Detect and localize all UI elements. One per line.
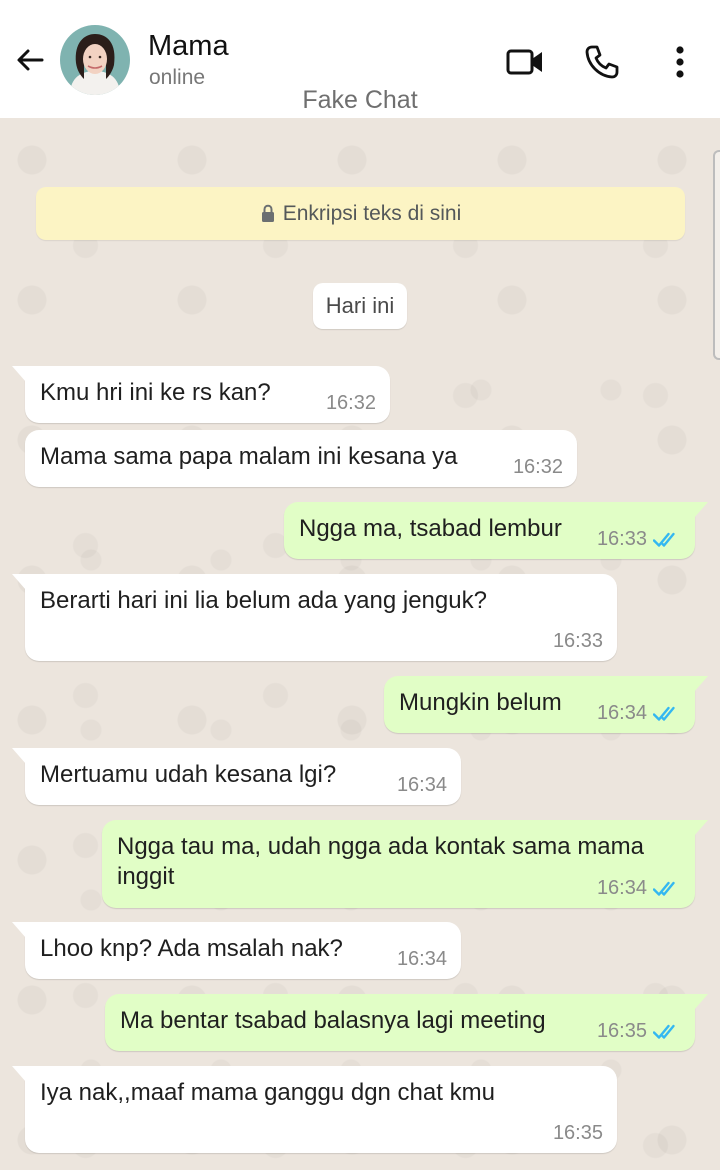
back-arrow-icon[interactable] [10,40,50,80]
message-text: Berarti hari ini lia belum ada yang jeng… [40,587,487,614]
message-text: Ma bentar tsabad balasnya lagi meeting [120,1007,546,1034]
message-time: 16:34 [396,948,447,970]
message-incoming[interactable]: Berarti hari ini lia belum ada yang jeng… [12,574,617,661]
message-text: Kmu hri ini ke rs kan? [40,379,271,406]
message-incoming[interactable]: Iya nak,,maaf mama ganggu dgn chat kmu 1… [12,1066,617,1153]
message-text: Ngga ma, tsabad lembur [299,515,562,542]
contact-name[interactable]: Mama [148,30,229,63]
message-time: 16:34 [396,774,447,796]
read-receipt-icon [653,531,681,549]
message-outgoing[interactable]: Mungkin belum 16:34 [384,676,708,733]
message-incoming[interactable]: Mama sama papa malam ini kesana ya 16:32 [25,430,577,487]
message-time: 16:33 [552,630,603,652]
message-incoming[interactable]: Lhoo knp? Ada msalah nak? 16:34 [12,922,461,979]
message-outgoing[interactable]: Ngga tau ma, udah ngga ada kontak sama m… [102,820,708,908]
message-text: Iya nak,,maaf mama ganggu dgn chat kmu [40,1079,495,1106]
message-outgoing[interactable]: Ma bentar tsabad balasnya lagi meeting 1… [105,994,708,1051]
message-text: Lhoo knp? Ada msalah nak? [40,935,343,962]
message-time: 16:32 [512,456,563,478]
encryption-text: Enkripsi teks di sini [282,201,462,225]
date-label: Hari ini [325,293,395,318]
message-text: Mungkin belum [399,689,562,716]
video-call-icon[interactable] [503,40,547,84]
more-vertical-icon[interactable] [658,40,702,84]
message-incoming[interactable]: Mertuamu udah kesana lgi? 16:34 [12,748,461,805]
avatar[interactable] [60,25,130,95]
message-text: Mama sama papa malam ini kesana ya [40,443,458,470]
message-time: 16:35 [596,1020,647,1042]
date-separator: Hari ini [313,283,407,329]
lock-icon [260,204,276,223]
message-text: Mertuamu udah kesana lgi? [40,761,337,788]
message-time: 16:34 [596,877,647,899]
message-time: 16:35 [552,1122,603,1144]
message-incoming[interactable]: Kmu hri ini ke rs kan? 16:32 [12,366,390,423]
message-time: 16:32 [325,392,376,414]
phone-icon[interactable] [580,40,624,84]
read-receipt-icon [653,705,681,723]
watermark-text: Fake Chat [302,86,418,114]
read-receipt-icon [653,1023,681,1041]
message-outgoing[interactable]: Ngga ma, tsabad lembur 16:33 [284,502,708,559]
message-time: 16:33 [596,528,647,550]
encryption-notice[interactable]: Enkripsi teks di sini [36,187,685,240]
message-time: 16:34 [596,702,647,724]
scrollbar[interactable] [713,150,720,360]
read-receipt-icon [653,880,681,898]
